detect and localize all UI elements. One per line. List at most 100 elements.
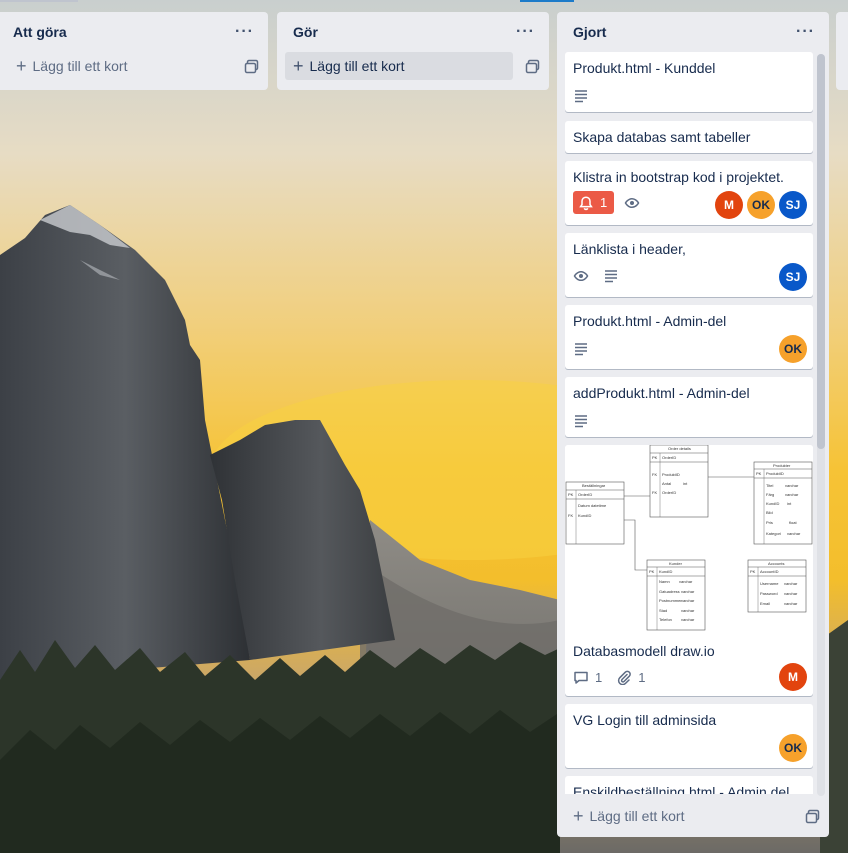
description-icon [605,270,617,283]
avatar-sj[interactable]: SJ [779,191,807,219]
card-members: OK [775,335,807,363]
list-gjort: Gjort ··· Produkt.html - Kunddel Skapa d… [557,12,829,837]
list-header: Att göra ··· [0,12,268,52]
add-card-label: Lägg till ett kort [309,58,405,74]
scrollbar-thumb[interactable] [817,54,825,449]
card-badges: 1 1 [573,669,659,685]
comment-icon [574,671,588,684]
diagram-table-row: Stad [659,608,667,613]
card-title: Databasmodell draw.io [573,643,715,659]
list-title[interactable]: Gör [293,24,318,40]
card[interactable]: Order details PK OrderID FK ProduktID Anta… [565,445,813,696]
svg-text:varchar: varchar [681,608,695,613]
card[interactable]: Klistra in bootstrap kod i projektet. 1 … [565,161,813,225]
diagram-table-row: Postnummer [659,598,682,603]
card[interactable]: addProdukt.html - Admin-del [565,377,813,437]
card-members: M [775,663,807,691]
top-strip-accent [520,0,574,2]
card-badges [573,413,603,429]
svg-text:varchar: varchar [785,483,799,488]
svg-text:FK: FK [568,513,573,518]
card-members: M OK SJ [711,191,807,219]
attachment-count: 1 [638,669,646,685]
svg-text:varchar: varchar [787,531,801,536]
description-icon [575,343,587,356]
list-menu-button[interactable]: ··· [796,24,815,40]
list-footer: + Lägg till ett kort [557,802,829,830]
svg-text:varchar: varchar [784,581,798,586]
diagram-table-row: Färg [766,492,774,497]
plus-icon: + [293,56,304,76]
list-header: Gjort ··· [557,12,829,52]
add-card-button[interactable]: + Lägg till ett kort [285,52,513,80]
card-title: addProdukt.html - Admin-del [573,385,750,401]
diagram-table-row: Email [760,601,770,606]
svg-text:float: float [789,520,797,525]
diagram-table-row: Namn [659,579,670,584]
list-title[interactable]: Att göra [13,24,67,40]
avatar-sj[interactable]: SJ [779,263,807,291]
list-scrollbar[interactable] [817,54,825,796]
list-header: Gör ··· [277,12,549,52]
card-template-icon[interactable] [805,808,821,824]
svg-text:FK: FK [652,472,657,477]
svg-text:PK: PK [568,492,574,497]
database-diagram: Order details PK OrderID FK ProduktID Anta… [565,445,813,631]
list-menu-button[interactable]: ··· [235,24,254,40]
card[interactable]: Länklista i header, SJ [565,233,813,297]
list-att-gora: Att göra ··· + Lägg till ett kort [0,12,268,90]
card[interactable]: VG Login till adminsida OK [565,704,813,768]
avatar-ok[interactable]: OK [747,191,775,219]
card-badges [573,341,603,357]
svg-text:varchar: varchar [784,591,798,596]
diagram-table-row: Pris [766,520,773,525]
diagram-table-title: Kunder [669,561,683,566]
svg-text:FK: FK [652,490,657,495]
list-title[interactable]: Gjort [573,24,606,40]
card-title: Länklista i header, [573,241,686,257]
avatar-ok[interactable]: OK [779,734,807,762]
card-members: SJ [775,263,807,291]
add-card-label: Lägg till ett kort [589,808,685,824]
svg-text:PK: PK [750,569,756,574]
svg-text:PK: PK [756,471,762,476]
avatar-m[interactable]: M [715,191,743,219]
diagram-table-row: ProduktID [662,472,680,477]
add-card-button[interactable]: + Lägg till ett kort [8,52,234,80]
add-card-label: Lägg till ett kort [32,58,128,74]
diagram-table-title: Order details [668,446,691,451]
diagram-table-title: Beställningar [582,483,606,488]
list-next-partial[interactable] [836,12,848,90]
list-footer: + Lägg till ett kort [277,52,549,80]
diagram-table-row: Bild [766,510,773,515]
card[interactable]: Enskildbeställning.html - Admin del [565,776,813,794]
diagram-table-row: KundID [766,501,779,506]
diagram-table-title: Produkter [773,463,791,468]
diagram-table-row: Titel [766,483,774,488]
card-template-icon[interactable] [244,58,260,74]
diagram-table-row: Kategori [766,531,781,536]
diagram-table-row: Antal [662,481,671,486]
card[interactable]: Skapa databas samt tabeller [565,121,813,153]
eye-icon [624,197,640,208]
diagram-table-row: Username [760,581,779,586]
plus-icon: + [16,56,27,76]
svg-text:varchar: varchar [681,598,695,603]
add-card-button[interactable]: + Lägg till ett kort [565,802,791,830]
avatar-m[interactable]: M [779,663,807,691]
diagram-table-row: Gatuadress [659,589,680,594]
svg-text:PK: PK [652,455,658,460]
card-title: Produkt.html - Kunddel [573,60,716,76]
list-menu-button[interactable]: ··· [516,24,535,40]
svg-text:PK: PK [649,569,655,574]
avatar-ok[interactable]: OK [779,335,807,363]
card[interactable]: Produkt.html - Kunddel [565,52,813,112]
comment-count: 1 [595,669,603,685]
card[interactable]: Produkt.html - Admin-del OK [565,305,813,369]
diagram-table-row: OrderID [662,455,676,460]
diagram-table-row: OrderID [662,490,676,495]
svg-text:varchar: varchar [784,601,798,606]
diagram-table-title: Accounts [768,561,784,566]
card-template-icon[interactable] [525,58,541,74]
card-badges [573,88,603,104]
